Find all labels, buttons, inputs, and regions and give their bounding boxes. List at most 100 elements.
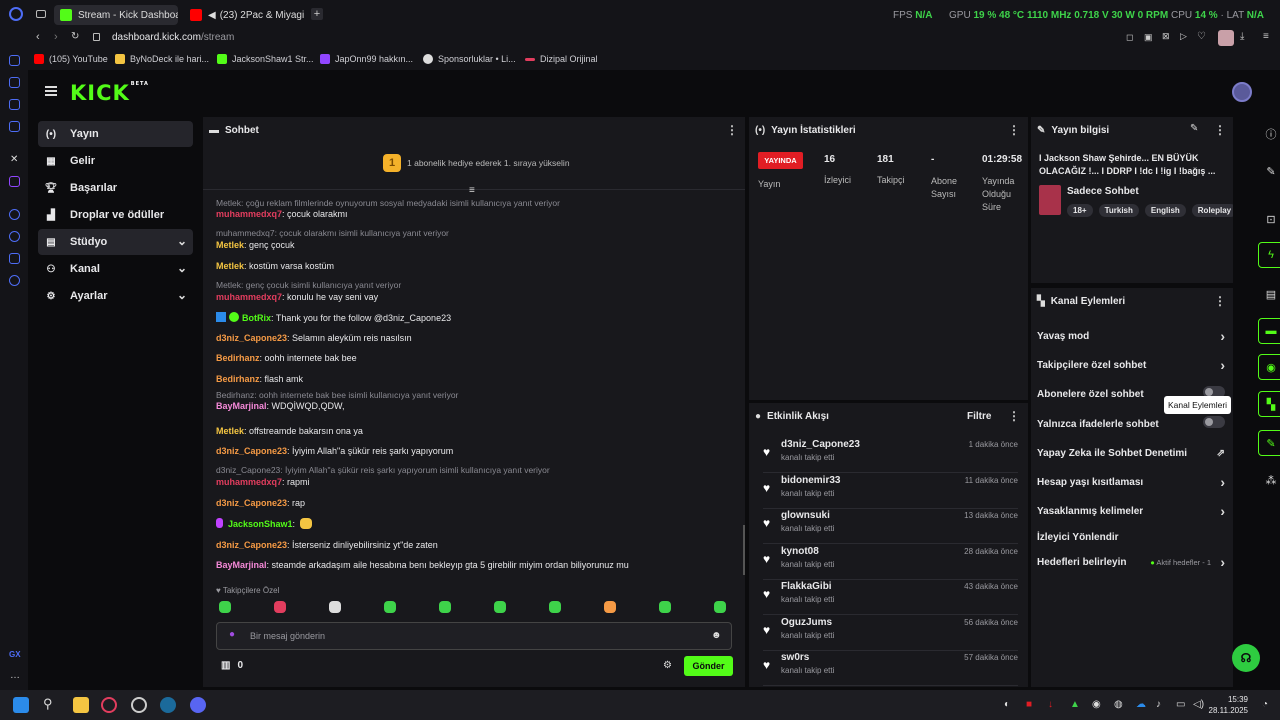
chat-message[interactable]: Bedirhanz: oohh internete bak bee <box>216 353 357 363</box>
tag[interactable]: 18+ <box>1067 204 1093 217</box>
category-thumbnail[interactable] <box>1039 185 1061 215</box>
emote-button[interactable] <box>329 601 341 613</box>
lightning-icon[interactable]: ϟ <box>1258 242 1280 268</box>
toggle-switch[interactable] <box>1203 416 1225 428</box>
tray-network-icon[interactable]: ▭ <box>1176 699 1185 710</box>
chat-username[interactable]: Bedirhanz <box>216 374 260 384</box>
menu-icon[interactable]: ≡ <box>1263 31 1269 42</box>
channel-action-item[interactable]: Takipçilere özel sohbet › <box>1037 357 1225 373</box>
channel-action-item[interactable]: Yasaklanmış kelimeler › <box>1037 503 1225 519</box>
chat-message[interactable]: Bedirhanz: flash amk <box>216 374 303 384</box>
back-icon[interactable]: ‹ <box>36 31 40 43</box>
chat-message[interactable]: muhammedxq7: çocuk olarakmı <box>216 209 348 219</box>
bookmark-sponsorluklar[interactable]: Sponsorluklar • Li... <box>423 54 516 64</box>
activity-user[interactable]: sw0rs <box>781 652 809 663</box>
chat-username[interactable]: muhammedxq7 <box>216 292 282 302</box>
wrench-tool-icon[interactable]: ✎ <box>1258 430 1280 456</box>
tray-mic-icon[interactable]: ♪ <box>1156 699 1161 710</box>
chat-tool-icon[interactable]: ▬ <box>1258 318 1280 344</box>
bookmark-icon[interactable]: ◻ <box>1126 32 1133 43</box>
chat-username[interactable]: BayMarjinal <box>216 560 267 570</box>
opera-gx-taskbar-icon[interactable] <box>101 697 117 713</box>
reply-context[interactable]: Bedirhanz: oohh internete bak bee isimli… <box>216 390 458 400</box>
channel-action-item[interactable]: Hesap yaşı kısıtlaması › <box>1037 474 1225 490</box>
chat-message[interactable]: BotRix: Thank you for the follow @d3niz_… <box>216 312 451 323</box>
activity-menu-icon[interactable]: ⋮ <box>1008 409 1020 423</box>
hamburger-icon[interactable] <box>45 86 57 96</box>
chat-message[interactable]: JacksonShaw1: <box>216 518 313 529</box>
broadcast-tool-icon[interactable]: ◉ <box>1258 354 1280 380</box>
sidebar-whatsapp-icon[interactable] <box>9 99 20 110</box>
nav-studyo[interactable]: ▤ Stüdyo ⌄ <box>38 229 193 255</box>
sidebar-gx-icon[interactable]: GX <box>9 650 21 659</box>
reply-context[interactable]: Metlek: çoğu reklam filmlerinde oynuyoru… <box>216 198 560 208</box>
chat-scrollbar[interactable] <box>743 525 745 575</box>
activity-user[interactable]: FlakkaGibi <box>781 581 832 592</box>
reply-context[interactable]: muhammedxq7: çocuk olarakmı isimli kulla… <box>216 228 449 238</box>
bookmark-youtube[interactable]: (105) YouTube <box>34 54 108 64</box>
sidebar-twitch-icon[interactable] <box>9 176 20 187</box>
download-icon[interactable]: ⤓ <box>1240 31 1244 42</box>
chat-message[interactable]: muhammedxq7: rapmi <box>216 477 310 487</box>
tag[interactable]: Roleplay <box>1191 204 1233 217</box>
reply-context[interactable]: d3niz_Capone23: İyiyim Allah"a şükür rei… <box>216 465 550 475</box>
chat-username[interactable]: Metlek <box>216 426 244 436</box>
chat-username[interactable]: d3niz_Capone23 <box>216 333 287 343</box>
apps-icon[interactable]: ⁂ <box>1258 467 1280 493</box>
bookmark-dizipal[interactable]: Dizipal Orijinal <box>525 54 598 64</box>
new-tab-button[interactable]: + <box>311 8 323 20</box>
tray-discord-icon[interactable]: ◉ <box>1092 699 1101 710</box>
chat-message[interactable]: d3niz_Capone23: İsterseniz dinliyebilirs… <box>216 540 438 550</box>
tray-record-icon[interactable]: ■ <box>1026 699 1032 710</box>
steam-taskbar-icon[interactable] <box>160 697 176 713</box>
nav-yayin[interactable]: (•) Yayın <box>38 121 193 147</box>
nav-gelir[interactable]: ▦ Gelir <box>38 148 193 174</box>
emote-button[interactable] <box>549 601 561 613</box>
send-button[interactable]: Gönder <box>684 656 733 676</box>
heart-icon[interactable]: ♡ <box>1197 31 1206 42</box>
channel-actions-tool-icon[interactable]: ▚ <box>1258 391 1280 417</box>
chat-username[interactable]: d3niz_Capone23 <box>216 498 287 508</box>
activity-user[interactable]: d3niz_Capone23 <box>781 439 860 450</box>
channel-action-item[interactable]: Yapay Zeka ile Sohbet Denetimi ⇗ <box>1037 448 1225 459</box>
bookmark-bynodeck[interactable]: ByNoDeck ile hari... <box>115 54 209 64</box>
bookmark-jacksonshaw[interactable]: JacksonShaw1 Str... <box>217 54 314 64</box>
sidebar-player-icon[interactable] <box>9 209 20 220</box>
bookmark-japonn99[interactable]: JapOnn99 hakkın... <box>320 54 413 64</box>
clipboard-icon[interactable]: ▤ <box>1258 281 1280 307</box>
edit-icon[interactable]: ✎ <box>1190 123 1198 134</box>
chat-message[interactable]: Metlek: offstreamde bakarsın ona ya <box>216 426 363 436</box>
tag[interactable]: English <box>1144 204 1186 217</box>
points-display[interactable]: ▥ 0 <box>221 660 243 671</box>
sidebar-more-icon[interactable]: … <box>10 670 20 681</box>
screen-capture-icon[interactable]: ⊡ <box>1258 206 1280 232</box>
chat-username[interactable]: muhammedxq7 <box>216 209 282 219</box>
snapshot-icon[interactable]: ▣ <box>1144 32 1153 43</box>
opera-logo-icon[interactable] <box>9 7 23 21</box>
activity-item[interactable]: ♥ OguzJums kanalı takip etti 56 dakika önce <box>763 615 1018 651</box>
close-icon[interactable]: ⊠ <box>1162 31 1170 42</box>
chat-username[interactable]: Metlek <box>216 261 244 271</box>
chat-username[interactable]: d3niz_Capone23 <box>216 446 287 456</box>
activity-item[interactable]: ♥ FlakkaGibi kanalı takip etti 43 dakika ön… <box>763 579 1018 615</box>
info-icon[interactable]: ⓘ <box>1258 121 1280 147</box>
emote-button[interactable] <box>274 601 286 613</box>
app-taskbar-icon[interactable] <box>131 697 147 713</box>
tray-app-icon[interactable]: ◐ <box>1004 699 1010 710</box>
user-avatar[interactable] <box>1232 82 1252 102</box>
reload-icon[interactable]: ↻ <box>71 31 79 42</box>
filter-button[interactable]: Filtre <box>967 411 991 422</box>
activity-user[interactable]: glownsuki <box>781 510 830 521</box>
chat-message[interactable]: d3niz_Capone23: rap <box>216 498 305 508</box>
mic-icon[interactable]: ● <box>229 629 235 640</box>
activity-item[interactable]: ♥ kynot08 kanalı takip etti 28 dakika önce <box>763 544 1018 580</box>
file-explorer-icon[interactable] <box>73 697 89 713</box>
activity-user[interactable]: OguzJums <box>781 617 832 628</box>
channel-action-item[interactable]: Yalnızca ifadelerle sohbet <box>1037 416 1225 430</box>
chat-username[interactable]: BotRix <box>242 313 271 323</box>
pause-chat-icon[interactable]: ≡ <box>469 185 475 196</box>
nav-ayarlar[interactable]: ⚙ Ayarlar ⌄ <box>38 283 193 309</box>
tab-youtube[interactable]: ◀ (23) 2Pac & Miyagi - O <box>184 5 306 25</box>
activity-item[interactable]: ♥ sw0rs kanalı takip etti 57 dakika önce <box>763 650 1018 686</box>
support-chat-button[interactable]: ☊ <box>1232 644 1260 672</box>
